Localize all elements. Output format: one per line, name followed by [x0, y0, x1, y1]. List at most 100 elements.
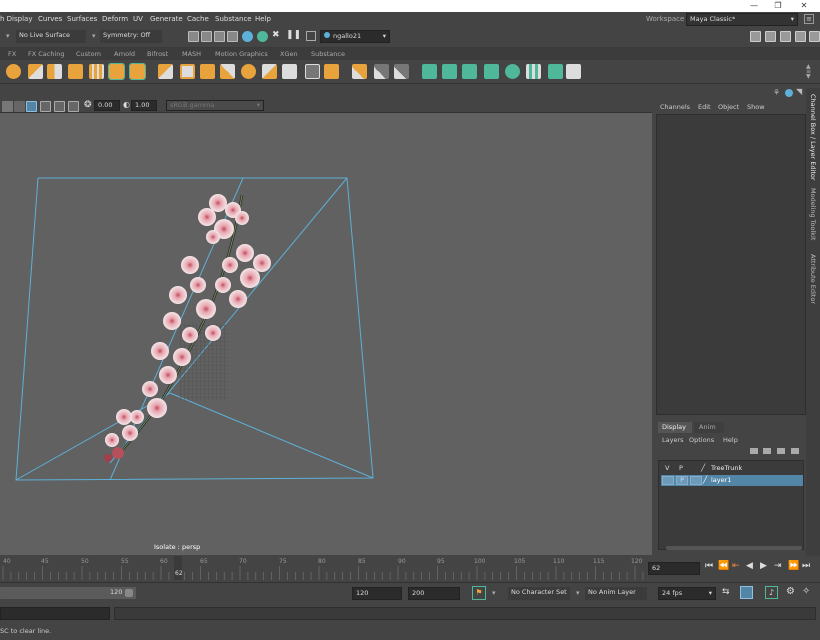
shelf-tab-motion-graphics[interactable]: Motion Graphics [215, 48, 268, 60]
chevron-down-icon[interactable]: ▾ [6, 32, 12, 40]
step-forward-frame-icon[interactable]: ⇥ [774, 561, 782, 571]
ipr-render-icon[interactable] [201, 31, 212, 42]
anim-layer-field[interactable]: No Anim Layer [585, 587, 647, 600]
shelf-tab-fx-caching[interactable]: FX Caching [28, 48, 65, 60]
layer-list-scrollbar[interactable] [666, 546, 802, 550]
uv-editor-icon[interactable] [505, 64, 520, 79]
xray-joints-icon[interactable] [54, 101, 65, 112]
channel-box-menu-channels[interactable]: Channels [660, 103, 690, 111]
wireframe-icon[interactable] [14, 101, 25, 112]
tool-settings-icon[interactable] [795, 31, 806, 42]
toggle-panel-icon[interactable] [306, 31, 316, 41]
layer-name[interactable]: TreeTrunk [711, 464, 742, 472]
current-frame-field[interactable]: 62 [648, 562, 700, 575]
shelf-tab-xgen[interactable]: XGen [280, 48, 298, 60]
shelf-tab-bifrost[interactable]: Bifrost [147, 48, 168, 60]
layer-visibility[interactable] [662, 476, 674, 485]
poly-smooth-icon[interactable] [108, 63, 125, 80]
move-tool-icon[interactable] [6, 64, 21, 79]
step-back-frame-icon[interactable]: ⇤ [732, 561, 740, 571]
poly-reduce-icon[interactable] [129, 63, 146, 80]
poly-combine-icon[interactable] [47, 64, 62, 79]
uv-automatic-icon[interactable] [484, 64, 499, 79]
minimize-icon[interactable]: — [742, 0, 766, 12]
new-layer-selected-icon[interactable] [791, 448, 799, 454]
move-layer-up-icon[interactable] [750, 448, 758, 454]
menu-generate[interactable]: Generate [150, 12, 183, 26]
uv-sew-icon[interactable] [566, 64, 581, 79]
chevron-down-icon[interactable]: ▾ [576, 589, 580, 597]
live-surface-field[interactable]: No Live Surface [16, 30, 86, 43]
uv-cut-icon[interactable] [548, 64, 563, 79]
menu-curves[interactable]: Curves [38, 12, 62, 26]
extrude-icon[interactable] [158, 64, 173, 79]
mel-input[interactable] [0, 607, 110, 620]
time-slider[interactable]: 40 45 50 55 60 65 70 75 80 85 90 95 100 … [0, 556, 820, 582]
uv-cylindrical-icon[interactable] [442, 64, 457, 79]
layer-color-icon[interactable]: ╱ [703, 476, 707, 484]
poly-separate-icon[interactable] [68, 64, 83, 79]
layer-menu-layers[interactable]: Layers [662, 436, 684, 444]
end-range-field[interactable]: 200 [408, 587, 460, 600]
channel-box-icon[interactable] [809, 31, 820, 42]
poly-sphere-icon[interactable] [241, 64, 256, 79]
layer-menu-help[interactable]: Help [723, 436, 738, 444]
poly-plane-icon[interactable] [282, 64, 297, 79]
layer-row-layer1[interactable]: P ╱ layer1 [661, 475, 803, 486]
fps-dropdown[interactable]: 24 fps ▾ [658, 587, 716, 600]
offset-edge-loop-icon[interactable] [394, 64, 409, 79]
range-slider[interactable]: 120 [0, 587, 136, 599]
menu-uv[interactable]: UV [133, 12, 143, 26]
menu-substance[interactable]: Substance [215, 12, 252, 26]
layer-visibility[interactable]: V [665, 464, 669, 472]
channel-box-attributes[interactable] [656, 114, 806, 415]
grid-toggle-icon[interactable] [2, 101, 13, 112]
play-forward-icon[interactable]: ▶ [760, 561, 767, 571]
layer-name[interactable]: layer1 [711, 476, 731, 484]
poly-cube-icon[interactable] [28, 64, 43, 79]
menu-surfaces[interactable]: Surfaces [67, 12, 97, 26]
isolate-select-icon[interactable] [26, 101, 37, 112]
gamma-field[interactable]: 1.00 [131, 100, 157, 111]
bridge-icon[interactable] [180, 64, 195, 79]
render-frame-icon[interactable] [188, 31, 199, 42]
symmetry-field[interactable]: Symmetry: Off [100, 30, 162, 43]
channel-box-menu-object[interactable]: Object [718, 103, 739, 111]
restore-icon[interactable]: ❐ [766, 0, 790, 12]
menu-display[interactable]: h Display [0, 12, 32, 26]
viewport-persp[interactable]: Isolate : persp [0, 113, 652, 555]
render-settings-icon[interactable] [214, 31, 225, 42]
tab-anim[interactable]: Anim [694, 422, 724, 433]
character-controls-icon[interactable] [765, 31, 776, 42]
layer-color-icon[interactable]: ╱ [701, 464, 705, 472]
tab-attribute-editor[interactable]: Attribute Editor [809, 254, 817, 304]
playback-prefs-icon[interactable]: ✧ [802, 586, 810, 597]
workspace-dropdown[interactable]: Maya Classic* ▾ [686, 13, 798, 26]
append-polygon-icon[interactable] [220, 64, 235, 79]
mirror-icon[interactable] [305, 64, 320, 79]
shelf-tab-mash[interactable]: MASH [182, 48, 201, 60]
move-layer-down-icon[interactable] [763, 448, 771, 454]
channel-box-menu-show[interactable]: Show [747, 103, 765, 111]
new-layer-icon[interactable] [777, 448, 785, 454]
layer-display-type[interactable] [690, 476, 702, 485]
go-to-end-icon[interactable]: ⏭ [802, 561, 810, 571]
multi-cut-icon[interactable] [352, 64, 367, 79]
go-to-start-icon[interactable]: ⏮ [705, 561, 713, 571]
xray-icon[interactable] [40, 101, 51, 112]
shelf-tab-substance[interactable]: Substance [311, 48, 345, 60]
layer-playback[interactable]: P [679, 464, 683, 472]
layer-playback[interactable]: P [676, 476, 688, 485]
user-account-dropdown[interactable]: ngallo21 ▾ [320, 30, 390, 43]
hypershade-icon[interactable] [227, 31, 238, 42]
menu-cache[interactable]: Cache [187, 12, 209, 26]
attribute-editor-icon[interactable] [780, 31, 791, 42]
color-space-dropdown[interactable]: sRGB gamma ▾ [166, 100, 264, 111]
character-set-field[interactable]: No Character Set [508, 587, 570, 600]
shelf-tab-fx[interactable]: FX [8, 48, 16, 60]
fill-hole-icon[interactable] [262, 64, 277, 79]
modeling-toolkit-icon[interactable] [750, 31, 761, 42]
loop-icon[interactable]: ⇆ [722, 587, 730, 597]
audio-icon[interactable]: ♪ [765, 586, 778, 599]
anim-prefs-icon[interactable]: ⚙ [786, 586, 795, 597]
